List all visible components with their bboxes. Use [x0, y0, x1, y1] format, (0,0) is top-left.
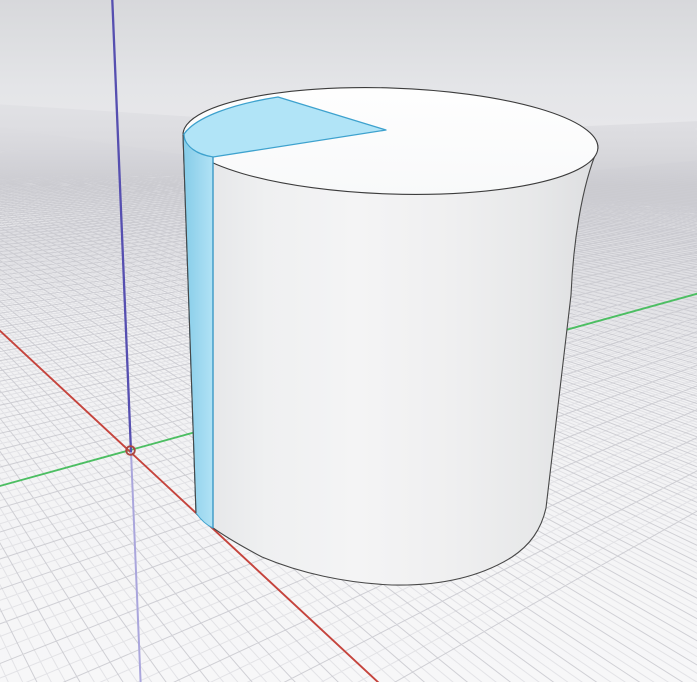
3d-viewport[interactable] [0, 0, 697, 682]
sky-background [0, 0, 697, 88]
scene-canvas[interactable] [0, 0, 697, 682]
cylinder-model[interactable] [181, 81, 599, 585]
